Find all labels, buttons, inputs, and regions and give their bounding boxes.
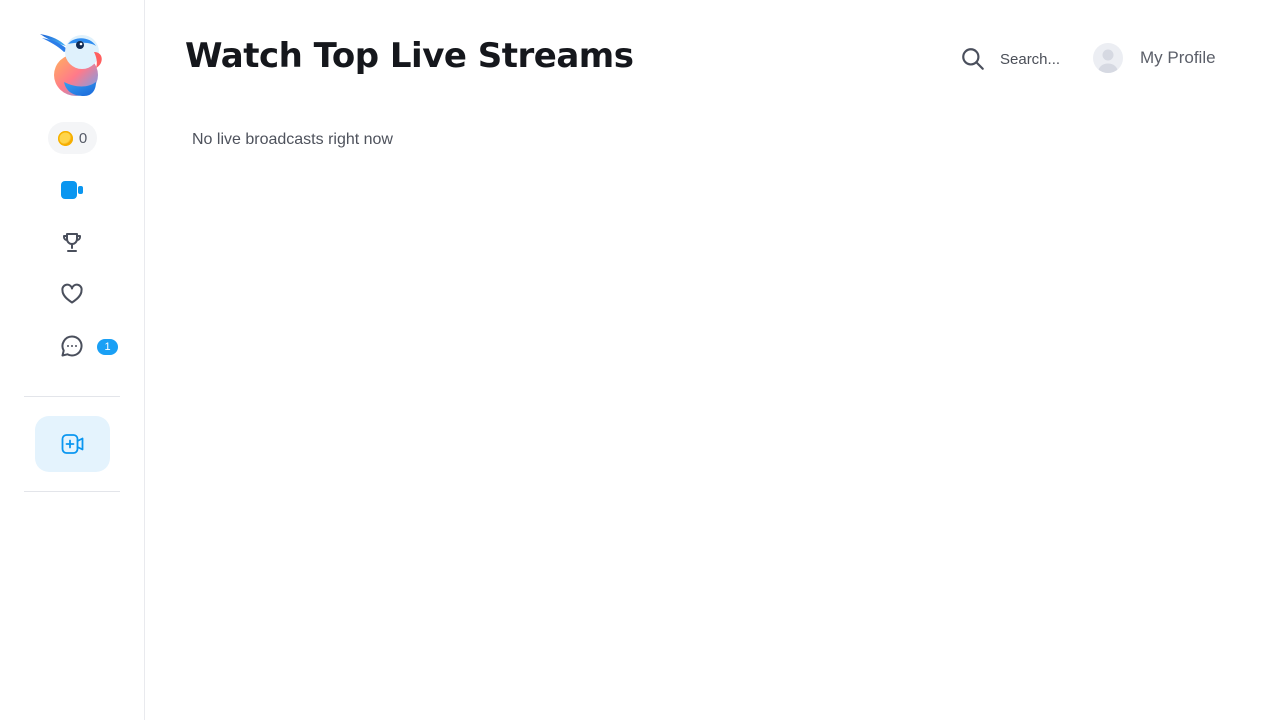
app-logo[interactable] bbox=[38, 30, 108, 98]
trophy-icon bbox=[63, 233, 81, 252]
coin-balance[interactable]: 0 bbox=[48, 122, 97, 154]
video-camera-icon bbox=[61, 181, 83, 199]
search-input[interactable] bbox=[1000, 50, 1080, 68]
sidebar-item-favorites[interactable] bbox=[58, 280, 86, 308]
sidebar-item-live-streams[interactable] bbox=[58, 176, 86, 204]
coin-count: 0 bbox=[78, 129, 88, 147]
profile-label[interactable]: My Profile bbox=[1140, 48, 1216, 68]
page-title: Watch Top Live Streams bbox=[185, 36, 634, 76]
coin-icon bbox=[57, 130, 73, 146]
sidebar-divider bbox=[24, 396, 120, 397]
video-add-icon bbox=[61, 434, 83, 454]
go-live-button[interactable] bbox=[35, 416, 110, 472]
search-icon[interactable] bbox=[960, 46, 986, 72]
sidebar-divider-bottom bbox=[24, 491, 120, 492]
avatar[interactable] bbox=[1093, 43, 1123, 73]
sidebar: 0 1 bbox=[0, 0, 145, 720]
sidebar-item-messages[interactable] bbox=[58, 332, 86, 360]
empty-state-message: No live broadcasts right now bbox=[192, 131, 393, 148]
search-bar[interactable] bbox=[960, 44, 1080, 74]
heart-icon bbox=[61, 283, 83, 304]
parrot-logo-icon bbox=[40, 34, 102, 96]
messages-unread-badge: 1 bbox=[97, 339, 118, 355]
profile-link[interactable]: My Profile bbox=[1093, 43, 1216, 73]
sidebar-item-leaderboard[interactable] bbox=[58, 228, 86, 256]
default-avatar-icon bbox=[1098, 49, 1118, 73]
chat-bubble-icon bbox=[61, 335, 83, 357]
